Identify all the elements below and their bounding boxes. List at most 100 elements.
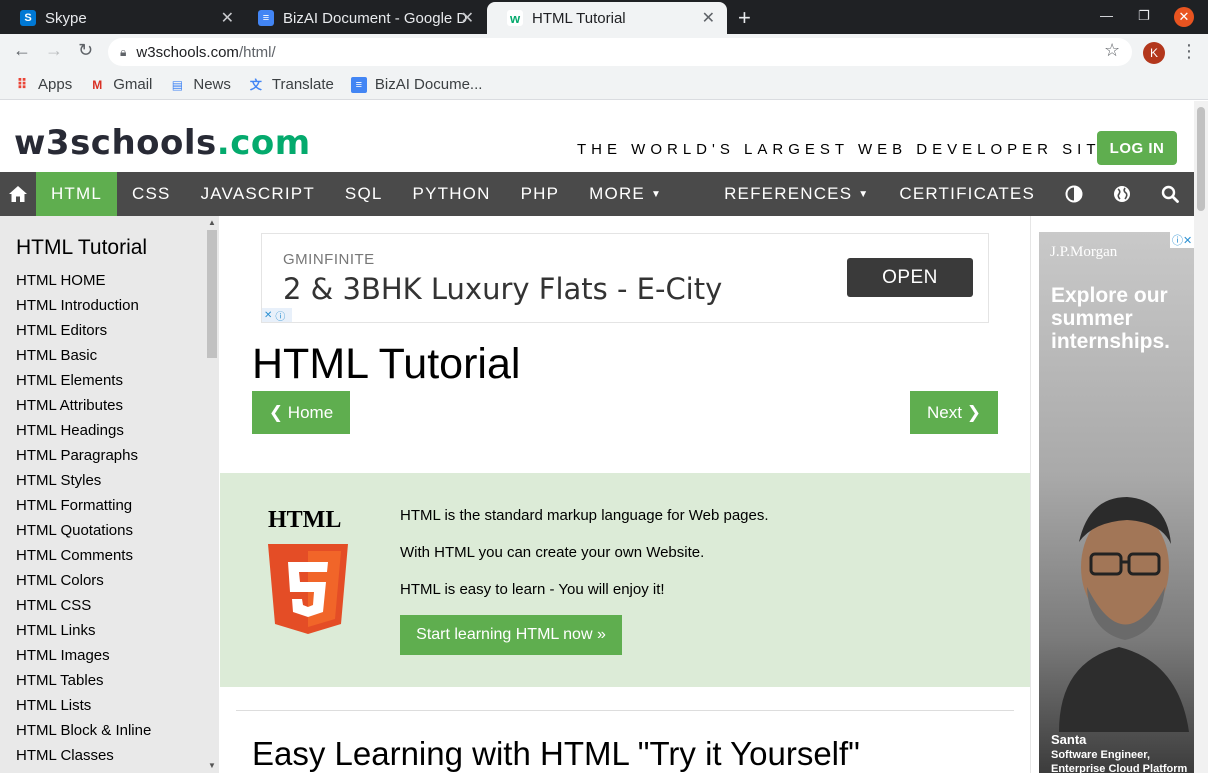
- bookmark-apps[interactable]: ⠿ Apps: [14, 76, 73, 93]
- sidebar-item[interactable]: HTML Basic: [16, 343, 151, 368]
- forward-arrow-icon[interactable]: →: [45, 40, 63, 61]
- top-advertisement[interactable]: GMINFINITE 2 & 3BHK Luxury Flats - E-Cit…: [261, 233, 989, 323]
- bookmark-label: News: [193, 76, 231, 93]
- sidebar-item[interactable]: HTML Headings: [16, 418, 151, 443]
- sidebar-scrollbar-thumb[interactable]: [207, 230, 217, 358]
- start-learning-button[interactable]: Start learning HTML now »: [400, 615, 622, 655]
- contrast-toggle-icon[interactable]: [1050, 172, 1098, 216]
- nav-python[interactable]: PYTHON: [398, 172, 506, 216]
- back-arrow-icon[interactable]: ←: [13, 40, 31, 61]
- sidebar-item[interactable]: HTML Links: [16, 618, 151, 643]
- minimize-icon[interactable]: —: [1100, 8, 1113, 23]
- nav-sql[interactable]: SQL: [330, 172, 398, 216]
- bookmarks-bar: ⠿ Apps M Gmail ▤ News 文 Translate ≡ BizA…: [0, 70, 1208, 100]
- browser-tab-bar: S Skype ✕ ≡ BizAI Document - Google D ✕ …: [0, 0, 1208, 34]
- sidebar-item[interactable]: HTML Attributes: [16, 393, 151, 418]
- login-button[interactable]: LOG IN: [1097, 131, 1177, 165]
- close-tab-icon[interactable]: ✕: [702, 8, 715, 28]
- sidebar-item[interactable]: HTML Elements: [16, 368, 151, 393]
- nav-certificates[interactable]: CERTIFICATES: [884, 172, 1050, 216]
- bookmark-translate[interactable]: 文 Translate: [248, 76, 334, 93]
- sidebar-item[interactable]: HTML Colors: [16, 568, 151, 593]
- bookmark-gmail[interactable]: M Gmail: [89, 76, 152, 93]
- bookmark-bizai-document[interactable]: ≡ BizAI Docume...: [350, 76, 482, 93]
- browser-menu-icon[interactable]: ⋮: [1180, 41, 1198, 62]
- close-tab-icon[interactable]: ✕: [221, 8, 234, 28]
- ad-brand: J.P.Morgan: [1050, 244, 1118, 260]
- ad-person-role: Software Engineer, Enterprise Cloud Plat…: [1051, 749, 1188, 773]
- tab-bizai-document[interactable]: ≡ BizAI Document - Google D ✕: [238, 2, 486, 34]
- google-docs-icon: ≡: [350, 76, 367, 93]
- home-icon[interactable]: [0, 172, 36, 216]
- new-tab-icon[interactable]: +: [738, 5, 751, 31]
- sidebar-item[interactable]: HTML HOME: [16, 268, 151, 293]
- right-advertisement[interactable]: J.P.Morgan Explore our summer internship…: [1039, 232, 1194, 773]
- sidebar-item[interactable]: HTML Lists: [16, 693, 151, 718]
- caret-down-icon: ▼: [858, 188, 870, 200]
- tab-skype[interactable]: S Skype ✕: [0, 2, 246, 34]
- page-scrollbar[interactable]: [1194, 101, 1208, 773]
- divider: [236, 710, 1014, 711]
- sidebar-item[interactable]: HTML Images: [16, 643, 151, 668]
- sidebar-item[interactable]: HTML Formatting: [16, 493, 151, 518]
- browser-toolbar: ← → ↻ 🔒︎ w3schools.com/html/ ☆ K ⋮: [0, 34, 1208, 70]
- bookmark-news[interactable]: ▤ News: [169, 76, 231, 93]
- sidebar-item[interactable]: HTML Tables: [16, 668, 151, 693]
- restore-icon[interactable]: ❐: [1138, 8, 1150, 24]
- reload-icon[interactable]: ↻: [78, 40, 93, 61]
- nav-references[interactable]: REFERENCES ▼: [709, 172, 884, 216]
- tab-html-tutorial[interactable]: w HTML Tutorial ✕: [487, 2, 727, 34]
- sidebar-item[interactable]: HTML Comments: [16, 543, 151, 568]
- skype-icon: S: [20, 10, 36, 26]
- nav-references-label: REFERENCES: [724, 184, 853, 203]
- gmail-icon: M: [92, 77, 103, 92]
- nav-php[interactable]: PHP: [506, 172, 575, 216]
- page-scrollbar-thumb[interactable]: [1197, 107, 1205, 211]
- close-tab-icon[interactable]: ✕: [461, 8, 474, 28]
- ad-close-icon[interactable]: ✕: [264, 310, 272, 321]
- google-translate-icon: 文: [249, 78, 262, 92]
- intro-line: HTML is easy to learn - You will enjoy i…: [400, 581, 665, 598]
- ad-info-icon[interactable]: ⓘ✕: [1170, 232, 1194, 248]
- nav-more[interactable]: MORE ▼: [574, 172, 677, 216]
- tab-title: Skype: [45, 9, 87, 27]
- ad-choices[interactable]: ✕ ⓘ: [262, 308, 292, 323]
- ad-brand: GMINFINITE: [283, 251, 375, 268]
- globe-icon[interactable]: [1098, 172, 1146, 216]
- home-button[interactable]: ❮ Home: [252, 391, 350, 434]
- nav-css[interactable]: CSS: [117, 172, 186, 216]
- bookmark-star-icon[interactable]: ☆: [1104, 40, 1120, 61]
- address-bar[interactable]: 🔒︎ w3schools.com/html/: [108, 38, 1132, 66]
- nav-html[interactable]: HTML: [35, 172, 118, 216]
- nav-more-label: MORE: [589, 184, 645, 203]
- sidebar-scroll-up-icon[interactable]: ▲: [208, 218, 216, 227]
- sidebar-item[interactable]: HTML CSS: [16, 593, 151, 618]
- logo-tld: .com: [216, 123, 311, 163]
- bookmark-label: Gmail: [113, 76, 153, 93]
- sidebar: HTML Tutorial HTML HOME HTML Introductio…: [0, 216, 219, 773]
- sidebar-item[interactable]: HTML Classes: [16, 743, 151, 768]
- w3schools-logo[interactable]: w3schools.com: [14, 123, 311, 163]
- apps-grid-icon: ⠿: [16, 76, 28, 92]
- profile-avatar[interactable]: K: [1143, 42, 1165, 64]
- sidebar-scroll-down-icon[interactable]: ▼: [208, 761, 216, 770]
- sidebar-item[interactable]: HTML Editors: [16, 318, 151, 343]
- address-host: w3schools.com: [136, 43, 239, 61]
- next-button[interactable]: Next ❯: [910, 391, 998, 434]
- search-icon[interactable]: [1146, 172, 1194, 216]
- intro-line: With HTML you can create your own Websit…: [400, 544, 705, 561]
- window-close-icon[interactable]: ✕: [1174, 7, 1194, 27]
- sidebar-item[interactable]: HTML Styles: [16, 468, 151, 493]
- ad-open-button[interactable]: OPEN: [847, 258, 973, 297]
- sidebar-item[interactable]: HTML Introduction: [16, 293, 151, 318]
- ad-info-icon[interactable]: ⓘ: [275, 308, 285, 323]
- sidebar-item[interactable]: HTML Quotations: [16, 518, 151, 543]
- bookmark-label: Apps: [38, 76, 73, 93]
- nav-javascript[interactable]: JAVASCRIPT: [186, 172, 330, 216]
- sidebar-list: HTML HOME HTML Introduction HTML Editors…: [16, 268, 151, 768]
- sidebar-item[interactable]: HTML Block & Inline: [16, 718, 151, 743]
- google-docs-icon: ≡: [258, 10, 274, 26]
- address-path: /html/: [238, 43, 276, 61]
- section-title: Easy Learning with HTML "Try it Yourself…: [252, 735, 860, 772]
- sidebar-item[interactable]: HTML Paragraphs: [16, 443, 151, 468]
